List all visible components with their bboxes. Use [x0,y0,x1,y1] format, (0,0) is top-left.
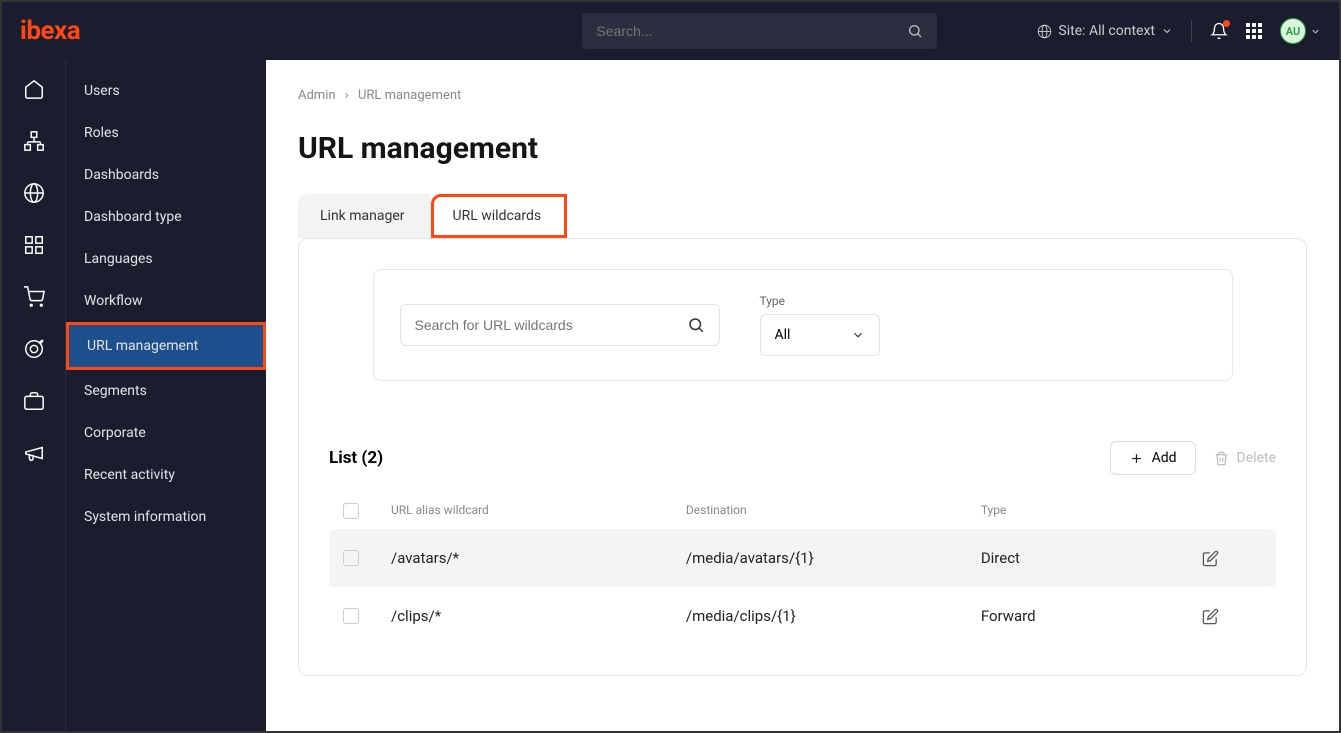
sidebar-item-dashboards[interactable]: Dashboards [66,154,266,196]
rail-blocks-icon[interactable] [23,234,45,256]
divider [1191,20,1192,42]
row-checkbox[interactable] [343,608,359,624]
breadcrumb: Admin › URL management [298,88,1307,103]
filter-type-value: All [775,327,791,343]
edit-button[interactable] [1202,550,1262,567]
logo: ibexa [20,16,80,46]
globe-icon [1037,24,1052,39]
search-icon [907,23,923,39]
breadcrumb-separator: › [345,88,349,103]
add-button[interactable]: Add [1110,441,1196,475]
notifications-button[interactable] [1210,22,1228,40]
sidebar-item-corporate[interactable]: Corporate [66,412,266,454]
cell-type: Forward [981,607,1202,625]
select-all-checkbox[interactable] [343,503,359,519]
icon-rail [2,60,66,731]
global-search-input[interactable] [596,23,907,39]
panel: Type All List (2) Add Delete [298,238,1307,676]
tab-label: URL wildcards [453,208,542,224]
table-row: /avatars/* /media/avatars/{1} Direct [329,529,1276,587]
avatar: AU [1280,18,1306,44]
rail-globe-icon[interactable] [23,182,45,204]
notification-dot [1223,20,1230,27]
tabs: Link manager URL wildcards [298,194,1307,238]
main-content: Admin › URL management URL management Li… [266,60,1339,731]
breadcrumb-current: URL management [358,88,461,103]
filter-type-label: Type [760,294,880,308]
tab-url-wildcards[interactable]: URL wildcards [431,194,568,238]
rail-sitemap-icon[interactable] [23,130,45,152]
trash-icon [1214,451,1229,466]
list-header: List (2) Add Delete [329,441,1276,475]
search-icon [687,316,705,334]
table-header: URL alias wildcard Destination Type [329,493,1276,529]
row-checkbox[interactable] [343,550,359,566]
global-search[interactable] [582,13,937,49]
cell-type: Direct [981,549,1202,567]
rail-briefcase-icon[interactable] [23,390,45,412]
filter-search[interactable] [400,304,720,346]
chevron-down-icon [851,328,865,342]
sidebar: Users Roles Dashboards Dashboard type La… [66,60,266,731]
column-type: Type [981,503,1202,519]
sidebar-item-dashboard-type[interactable]: Dashboard type [66,196,266,238]
top-right: Site: All context AU [1037,18,1321,44]
delete-button-label: Delete [1237,450,1276,466]
site-context-label: Site: All context [1058,23,1155,39]
table: URL alias wildcard Destination Type /ava… [329,493,1276,645]
top-bar: ibexa Site: All context AU [2,2,1339,60]
sidebar-item-workflow[interactable]: Workflow [66,280,266,322]
apps-button[interactable] [1246,23,1262,39]
filter-search-input[interactable] [415,317,687,333]
list-actions: Add Delete [1110,441,1276,475]
plus-icon [1129,451,1144,466]
rail-megaphone-icon[interactable] [23,442,45,464]
user-menu[interactable]: AU [1280,18,1321,44]
table-row: /clips/* /media/clips/{1} Forward [329,587,1276,645]
cell-alias: /avatars/* [391,549,686,567]
filter-row: Type All [373,269,1233,381]
edit-button[interactable] [1202,608,1262,625]
cell-alias: /clips/* [391,607,686,625]
rail-cart-icon[interactable] [23,286,45,308]
cell-destination: /media/clips/{1} [686,607,981,625]
add-button-label: Add [1152,450,1177,466]
sidebar-item-segments[interactable]: Segments [66,370,266,412]
tab-label: Link manager [320,208,405,224]
page-title: URL management [298,131,1307,166]
sidebar-item-system-information[interactable]: System information [66,496,266,538]
column-destination: Destination [686,503,981,519]
rail-home-icon[interactable] [23,78,45,100]
filter-type: Type All [760,294,880,356]
sidebar-item-roles[interactable]: Roles [66,112,266,154]
filter-type-select[interactable]: All [760,314,880,356]
cell-destination: /media/avatars/{1} [686,549,981,567]
sidebar-item-users[interactable]: Users [66,70,266,112]
column-alias: URL alias wildcard [391,503,686,519]
chevron-down-icon [1310,26,1321,37]
sidebar-item-languages[interactable]: Languages [66,238,266,280]
sidebar-item-url-management[interactable]: URL management [66,322,266,370]
site-context-selector[interactable]: Site: All context [1037,23,1173,39]
tab-link-manager[interactable]: Link manager [298,194,431,238]
sidebar-item-recent-activity[interactable]: Recent activity [66,454,266,496]
chevron-down-icon [1161,25,1173,37]
list-title: List (2) [329,448,383,468]
breadcrumb-root[interactable]: Admin [298,88,336,103]
rail-target-icon[interactable] [23,338,45,360]
delete-button[interactable]: Delete [1214,450,1276,466]
